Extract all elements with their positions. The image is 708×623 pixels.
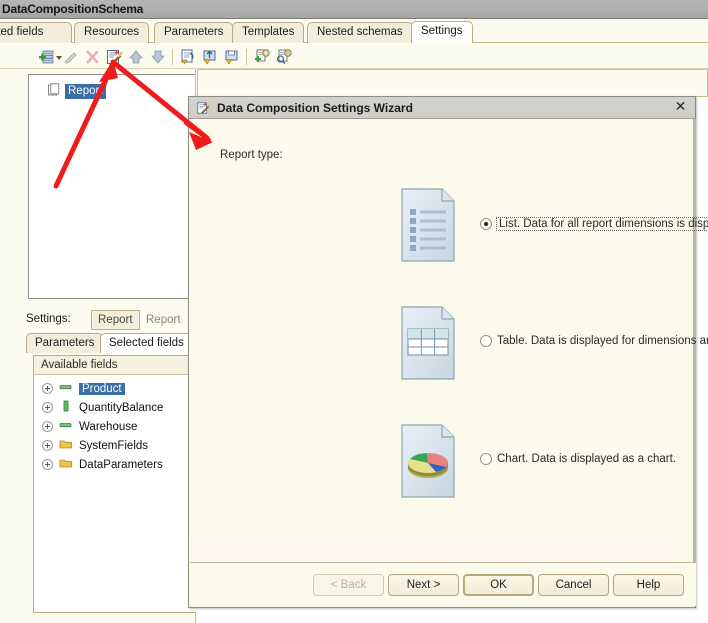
tab-label: Parameters [164, 26, 224, 38]
expand-plus-icon[interactable] [42, 383, 53, 394]
data-composition-settings-wizard-dialog: Data Composition Settings Wizard ✕ Repor… [188, 96, 708, 608]
tab-nested-schemas[interactable]: Nested schemas [307, 22, 413, 43]
table-preview-icon[interactable] [400, 305, 456, 381]
tree-row-report[interactable]: Report [47, 82, 106, 100]
left-subtabs: Parameters Selected fields [26, 333, 196, 353]
dialog-footer: < Back Next > OK Cancel Help [190, 562, 696, 606]
settings-button-label: Report [146, 314, 181, 326]
dimension-icon [59, 381, 73, 396]
subtab-selected-fields[interactable]: Selected fields [100, 333, 193, 353]
help-button[interactable]: Help [613, 574, 684, 596]
toolbar-separator [246, 49, 247, 65]
next-button[interactable]: Next > [388, 574, 459, 596]
available-fields-header: Available fields [34, 356, 196, 375]
report-page-icon [47, 82, 61, 100]
subtab-parameters[interactable]: Parameters [26, 333, 104, 353]
chart-preview-icon[interactable] [400, 423, 456, 499]
back-button-label: < Back [330, 579, 367, 591]
app-titlebar: DataCompositionSchema [0, 0, 708, 19]
list-preview-icon[interactable] [400, 187, 456, 263]
cancel-button[interactable]: Cancel [538, 574, 609, 596]
subtab-label: Selected fields [109, 337, 184, 349]
expand-plus-icon[interactable] [42, 459, 53, 470]
available-fields-panel: Available fields Product QuantityBalance… [33, 355, 196, 613]
dialog-body: Report type: List. Data for all report d… [190, 119, 708, 579]
add-icon[interactable] [36, 47, 56, 67]
tab-label: Settings [421, 25, 463, 37]
field-row-quantitybalance[interactable]: QuantityBalance [42, 399, 163, 416]
back-button[interactable]: < Back [313, 574, 384, 596]
field-label: SystemFields [79, 439, 149, 452]
help-button-label: Help [636, 579, 661, 591]
settings-wizard-icon[interactable] [104, 47, 124, 67]
tab-label: Resources [84, 26, 139, 38]
field-row-dataparameters[interactable]: DataParameters [42, 456, 163, 473]
field-row-warehouse[interactable]: Warehouse [42, 418, 137, 435]
radio-option-list[interactable]: List. Data for all report dimensions is … [480, 216, 708, 232]
delete-x-icon [82, 47, 102, 67]
folder-icon [59, 438, 73, 453]
move-up-icon[interactable] [126, 47, 146, 67]
tab-label: Nested schemas [317, 26, 403, 38]
settings-tree[interactable]: Report [28, 74, 195, 299]
tab-resources[interactable]: Resources [74, 22, 149, 43]
field-label: DataParameters [79, 458, 163, 471]
radio-icon[interactable] [480, 218, 492, 230]
restore-settings-icon[interactable] [178, 47, 198, 67]
right-upper-strip [197, 69, 708, 97]
field-label: Product [79, 382, 125, 395]
screen: DataCompositionSchema ulated fields Reso… [0, 0, 708, 623]
tree-item-label: Report [65, 83, 106, 99]
tab-templates[interactable]: Templates [232, 22, 305, 43]
subtab-label: Parameters [35, 337, 95, 349]
report-type-label: Report type: [220, 149, 283, 161]
radio-icon[interactable] [480, 453, 492, 465]
radio-option-table-label: Table. Data is displayed for dimensions … [497, 335, 708, 347]
app-title: DataCompositionSchema [2, 2, 144, 16]
tab-label: ulated fields [0, 26, 44, 38]
folder-icon [59, 457, 73, 472]
field-row-systemfields[interactable]: SystemFields [42, 437, 148, 454]
settings-label: Settings: [26, 313, 71, 325]
move-down-icon[interactable] [148, 47, 168, 67]
settings-button-report-secondary[interactable]: Report [139, 310, 188, 330]
radio-option-table[interactable]: Table. Data is displayed for dimensions … [480, 333, 708, 349]
cancel-button-label: Cancel [555, 579, 592, 591]
radio-option-chart-label: Chart. Data is displayed as a chart. [497, 453, 676, 465]
tabstrip: ulated fields Resources Parameters Templ… [0, 20, 708, 43]
dialog-title: Data Composition Settings Wizard [217, 101, 413, 115]
resource-icon [59, 400, 73, 415]
save-settings-icon[interactable] [222, 47, 242, 67]
expand-plus-icon[interactable] [42, 402, 53, 413]
add-custom-settings-icon[interactable] [252, 47, 272, 67]
ok-button-label: OK [490, 579, 507, 591]
toolbar [0, 44, 708, 69]
tab-parameters[interactable]: Parameters [154, 22, 234, 43]
tab-calculated-fields[interactable]: ulated fields [0, 22, 72, 43]
radio-option-list-label: List. Data for all report dimensions is … [495, 217, 708, 231]
ok-button[interactable]: OK [463, 574, 534, 596]
expand-plus-icon[interactable] [42, 421, 53, 432]
tab-settings[interactable]: Settings [411, 21, 473, 43]
settings-wizard-icon [195, 100, 211, 119]
dialog-titlebar[interactable]: Data Composition Settings Wizard ✕ [189, 97, 695, 119]
find-custom-settings-icon[interactable] [274, 47, 294, 67]
field-row-product[interactable]: Product [42, 380, 125, 397]
next-button-label: Next > [406, 579, 441, 591]
settings-button-report-active[interactable]: Report [91, 310, 140, 330]
settings-button-label: Report [98, 314, 133, 326]
expand-plus-icon[interactable] [42, 440, 53, 451]
load-settings-icon[interactable] [200, 47, 220, 67]
field-label: Warehouse [79, 420, 138, 433]
close-icon[interactable]: ✕ [672, 100, 689, 116]
dimension-icon [59, 419, 73, 434]
settings-selector-row: Settings: Report Report [26, 310, 196, 332]
toolbar-separator [172, 49, 173, 65]
radio-icon[interactable] [480, 335, 492, 347]
tab-label: Templates [242, 26, 295, 38]
radio-option-chart[interactable]: Chart. Data is displayed as a chart. [480, 451, 676, 467]
field-label: QuantityBalance [79, 401, 164, 414]
edit-pencil-icon [60, 47, 80, 67]
